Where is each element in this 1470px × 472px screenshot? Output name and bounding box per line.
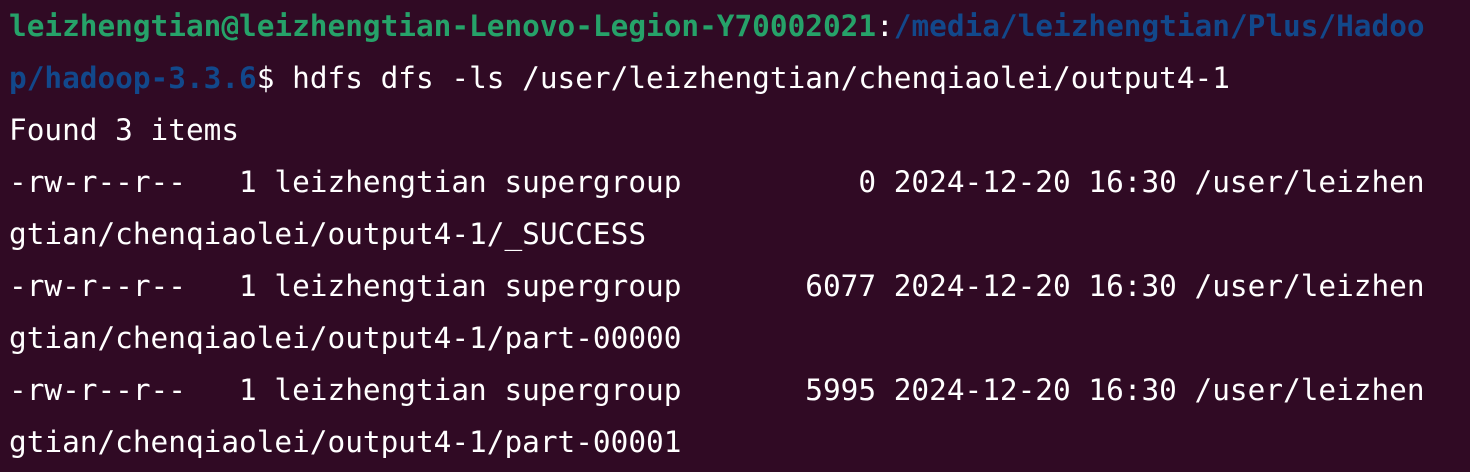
listing-entry-1-line-1: -rw-r--r-- 1 leizhengtian supergroup 0 2…	[9, 165, 1425, 199]
listing-entry-2-line-1: -rw-r--r-- 1 leizhengtian supergroup 607…	[9, 269, 1425, 303]
listing-entry-3-line-1: -rw-r--r-- 1 leizhengtian supergroup 599…	[9, 373, 1425, 407]
found-items-text: Found 3 items	[9, 113, 240, 147]
prompt-user-host: leizhengtian@leizhengtian-Lenovo-Legion-…	[9, 9, 877, 43]
listing-entry-1-line-2: gtian/chenqiaolei/output4-1/_SUCCESS	[9, 217, 647, 251]
terminal-window[interactable]: leizhengtian@leizhengtian-Lenovo-Legion-…	[0, 0, 1470, 472]
listing-entry-2-line-2: gtian/chenqiaolei/output4-1/part-00000	[9, 321, 682, 355]
prompt-symbol: $	[256, 61, 293, 95]
listing-entry-3-line-2: gtian/chenqiaolei/output4-1/part-00001	[9, 425, 682, 459]
prompt-path-part-2: p/hadoop-3.3.6	[9, 61, 257, 95]
prompt-line-1: leizhengtian@leizhengtian-Lenovo-Legion-…	[9, 0, 1470, 52]
prompt-path-part-1: /media/leizhengtian/Plus/Hadoo	[893, 9, 1425, 43]
prompt-separator: :	[876, 9, 894, 43]
command-text: hdfs dfs -ls /user/leizhengtian/chenqiao…	[292, 61, 1230, 95]
prompt-line-2: p/hadoop-3.3.6$ hdfs dfs -ls /user/leizh…	[9, 52, 1470, 104]
